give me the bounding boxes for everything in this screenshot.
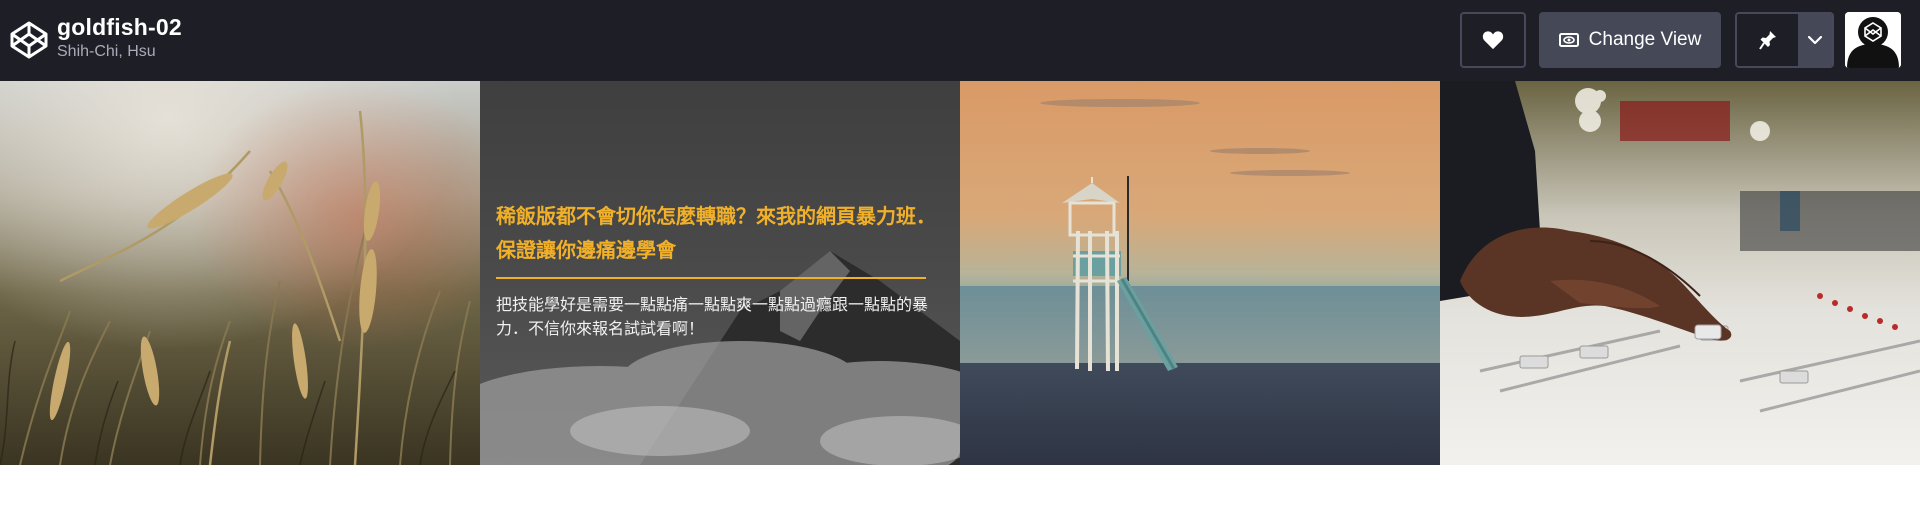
user-avatar[interactable] (1845, 12, 1901, 68)
wheat-field-art (0, 81, 480, 465)
eye-icon (1558, 33, 1579, 47)
heart-button[interactable] (1460, 12, 1526, 68)
promo-description: 把技能學好是需要一點點痛一點點爽一點點過癮跟一點點的暴力．不信你來報名試試看啊！ (496, 295, 929, 338)
heart-icon (1482, 31, 1504, 50)
image-gallery: 稀飯版都不會切你怎麼轉職？來我的網頁暴力班．保證讓你邊痛邊學會 把技能學好是需要… (0, 81, 1920, 465)
pin-icon (1758, 31, 1776, 50)
change-view-label: Change View (1588, 29, 1702, 50)
top-bar: goldfish-02 Shih-Chi, Hsu Change View (0, 0, 1920, 81)
change-view-button[interactable]: Change View (1539, 12, 1721, 68)
chevron-down-icon (1808, 35, 1823, 44)
wheat-field-image[interactable] (0, 81, 480, 465)
pen-title[interactable]: goldfish-02 (57, 12, 182, 42)
promo-title: 稀飯版都不會切你怎麼轉職？來我的網頁暴力班．保證讓你邊痛邊學會 (496, 204, 936, 262)
avatar-image (1845, 12, 1901, 68)
codepen-logo-icon[interactable] (9, 20, 49, 60)
pin-button-group (1735, 12, 1834, 68)
mixing-console-image[interactable] (1440, 81, 1920, 465)
pen-author[interactable]: Shih-Chi, Hsu (57, 42, 182, 62)
mountain-clouds-image[interactable]: 稀飯版都不會切你怎麼轉職？來我的網頁暴力班．保證讓你邊痛邊學會 把技能學好是需要… (480, 81, 960, 465)
promo-text-block: 稀飯版都不會切你怎麼轉職？來我的網頁暴力班．保證讓你邊痛邊學會 把技能學好是需要… (496, 199, 946, 341)
pin-dropdown-button[interactable] (1798, 14, 1832, 66)
mixing-console-art (1440, 81, 1920, 465)
title-block: goldfish-02 Shih-Chi, Hsu (57, 12, 182, 62)
pin-button[interactable] (1737, 14, 1799, 66)
lifeguard-tower-image[interactable] (960, 81, 1440, 465)
promo-divider (496, 277, 926, 279)
lifeguard-tower-art (960, 81, 1440, 465)
